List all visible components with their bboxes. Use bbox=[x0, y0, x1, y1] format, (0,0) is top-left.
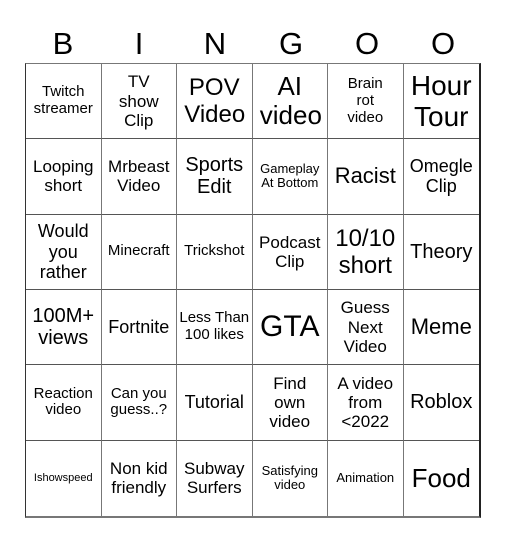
cell-text: Minecraft bbox=[107, 242, 170, 260]
cell-text: Omegle Clip bbox=[409, 156, 473, 197]
cell-text: Theory bbox=[410, 240, 473, 263]
bingo-cell[interactable]: Minecraft bbox=[101, 214, 177, 290]
bingo-cell[interactable]: Brain rot video bbox=[328, 64, 404, 140]
cell-text: 100M+ views bbox=[32, 304, 95, 350]
bingo-cell[interactable]: Theory bbox=[403, 215, 479, 290]
cell-text: Find own video bbox=[269, 373, 311, 432]
bingo-cell[interactable]: Reaction video bbox=[26, 365, 102, 441]
bingo-cell[interactable]: AI video bbox=[252, 64, 328, 140]
bingo-cell[interactable]: Twitch streamer bbox=[26, 64, 102, 140]
bingo-cell[interactable]: Fortnite bbox=[101, 290, 177, 366]
cell-text: POV Video bbox=[184, 74, 246, 129]
bingo-cell[interactable]: Animation bbox=[328, 440, 404, 516]
bingo-cell[interactable]: Non kid friendly bbox=[102, 440, 177, 516]
bingo-cell[interactable]: Would you rather bbox=[26, 214, 102, 290]
bingo-cell[interactable]: Can you guess..? bbox=[101, 365, 177, 441]
cell-text: Reaction video bbox=[33, 384, 93, 419]
cell-text: GTA bbox=[260, 310, 320, 344]
bingo-cell[interactable]: Hour Tour bbox=[403, 64, 479, 140]
bingo-cell[interactable]: GTA bbox=[252, 290, 328, 366]
cell-text: Food bbox=[411, 462, 471, 493]
bingo-cell[interactable]: Subway Surfers bbox=[177, 440, 253, 516]
header-letter: N bbox=[203, 26, 227, 61]
cell-text: Gameplay At Bottom bbox=[260, 160, 320, 191]
header-letter: G bbox=[278, 26, 304, 61]
cell-text: Roblox bbox=[410, 391, 473, 414]
bingo-cell[interactable]: Racist bbox=[328, 139, 404, 215]
bingo-cell[interactable]: Tutorial bbox=[177, 365, 253, 441]
cell-text: Less Than 100 likes bbox=[179, 309, 250, 344]
cell-text: Racist bbox=[334, 163, 396, 189]
bingo-cell[interactable]: Find own video bbox=[252, 365, 328, 441]
header-letter: B bbox=[52, 26, 74, 61]
bingo-grid: Twitch streamer TV show Clip POV Video A… bbox=[25, 63, 481, 518]
cell-text: Guess Next Video bbox=[340, 298, 390, 356]
cell-text: 10/10 short bbox=[335, 224, 396, 279]
bingo-cell[interactable]: Omegle Clip bbox=[403, 139, 479, 215]
bingo-cell[interactable]: Satisfying video bbox=[253, 440, 328, 516]
bingo-cell[interactable]: Mrbeast Video bbox=[101, 139, 177, 215]
cell-text: Satisfying video bbox=[261, 462, 318, 493]
bingo-cell[interactable]: POV Video bbox=[177, 64, 253, 140]
cell-text: Sports Edit bbox=[185, 153, 244, 199]
bingo-cell[interactable]: 100M+ views bbox=[26, 290, 102, 366]
cell-text: Meme bbox=[410, 313, 472, 339]
cell-text: Can you guess..? bbox=[110, 384, 168, 419]
bingo-cell[interactable]: Food bbox=[404, 441, 480, 516]
cell-text: Subway Surfers bbox=[184, 459, 245, 498]
cell-text: Animation bbox=[336, 469, 395, 485]
cell-text: Hour Tour bbox=[410, 69, 472, 133]
cell-text: Trickshot bbox=[184, 242, 245, 260]
cell-text: Ishowspeed bbox=[33, 472, 93, 485]
bingo-cell[interactable]: Roblox bbox=[403, 365, 479, 441]
header-letter: I bbox=[134, 26, 144, 61]
cell-text: TV show Clip bbox=[118, 72, 159, 130]
header-letter: O bbox=[430, 26, 456, 61]
cell-text: Would you rather bbox=[37, 221, 89, 282]
bingo-header: B I N G O O bbox=[25, 24, 481, 64]
cell-text: Non kid friendly bbox=[109, 459, 168, 498]
cell-text: Mrbeast Video bbox=[108, 157, 170, 196]
bingo-cell[interactable]: Trickshot bbox=[177, 214, 253, 290]
bingo-cell[interactable]: Looping short bbox=[26, 139, 102, 215]
bingo-cell[interactable]: 10/10 short bbox=[328, 214, 404, 290]
header-letter: O bbox=[354, 26, 380, 61]
cell-text: Podcast Clip bbox=[259, 232, 321, 271]
cell-text: Twitch streamer bbox=[33, 83, 93, 118]
bingo-cell[interactable]: Meme bbox=[403, 290, 479, 366]
bingo-cell[interactable]: Less Than 100 likes bbox=[177, 290, 253, 366]
cell-text: Brain rot video bbox=[347, 74, 384, 126]
cell-text: Looping short bbox=[32, 157, 94, 196]
cell-text: Tutorial bbox=[184, 392, 244, 413]
bingo-cell[interactable]: Ishowspeed bbox=[26, 440, 102, 516]
cell-text: Fortnite bbox=[108, 317, 170, 337]
bingo-cell[interactable]: A video from <2022 bbox=[328, 365, 404, 441]
cell-text: AI video bbox=[259, 70, 322, 131]
bingo-cell[interactable]: Podcast Clip bbox=[252, 214, 328, 290]
bingo-cell[interactable]: Sports Edit bbox=[177, 139, 253, 215]
bingo-cell[interactable]: Guess Next Video bbox=[328, 290, 404, 366]
bingo-cell[interactable]: Gameplay At Bottom bbox=[252, 139, 328, 215]
cell-text: A video from <2022 bbox=[337, 373, 394, 432]
bingo-cell[interactable]: TV show Clip bbox=[101, 64, 177, 140]
